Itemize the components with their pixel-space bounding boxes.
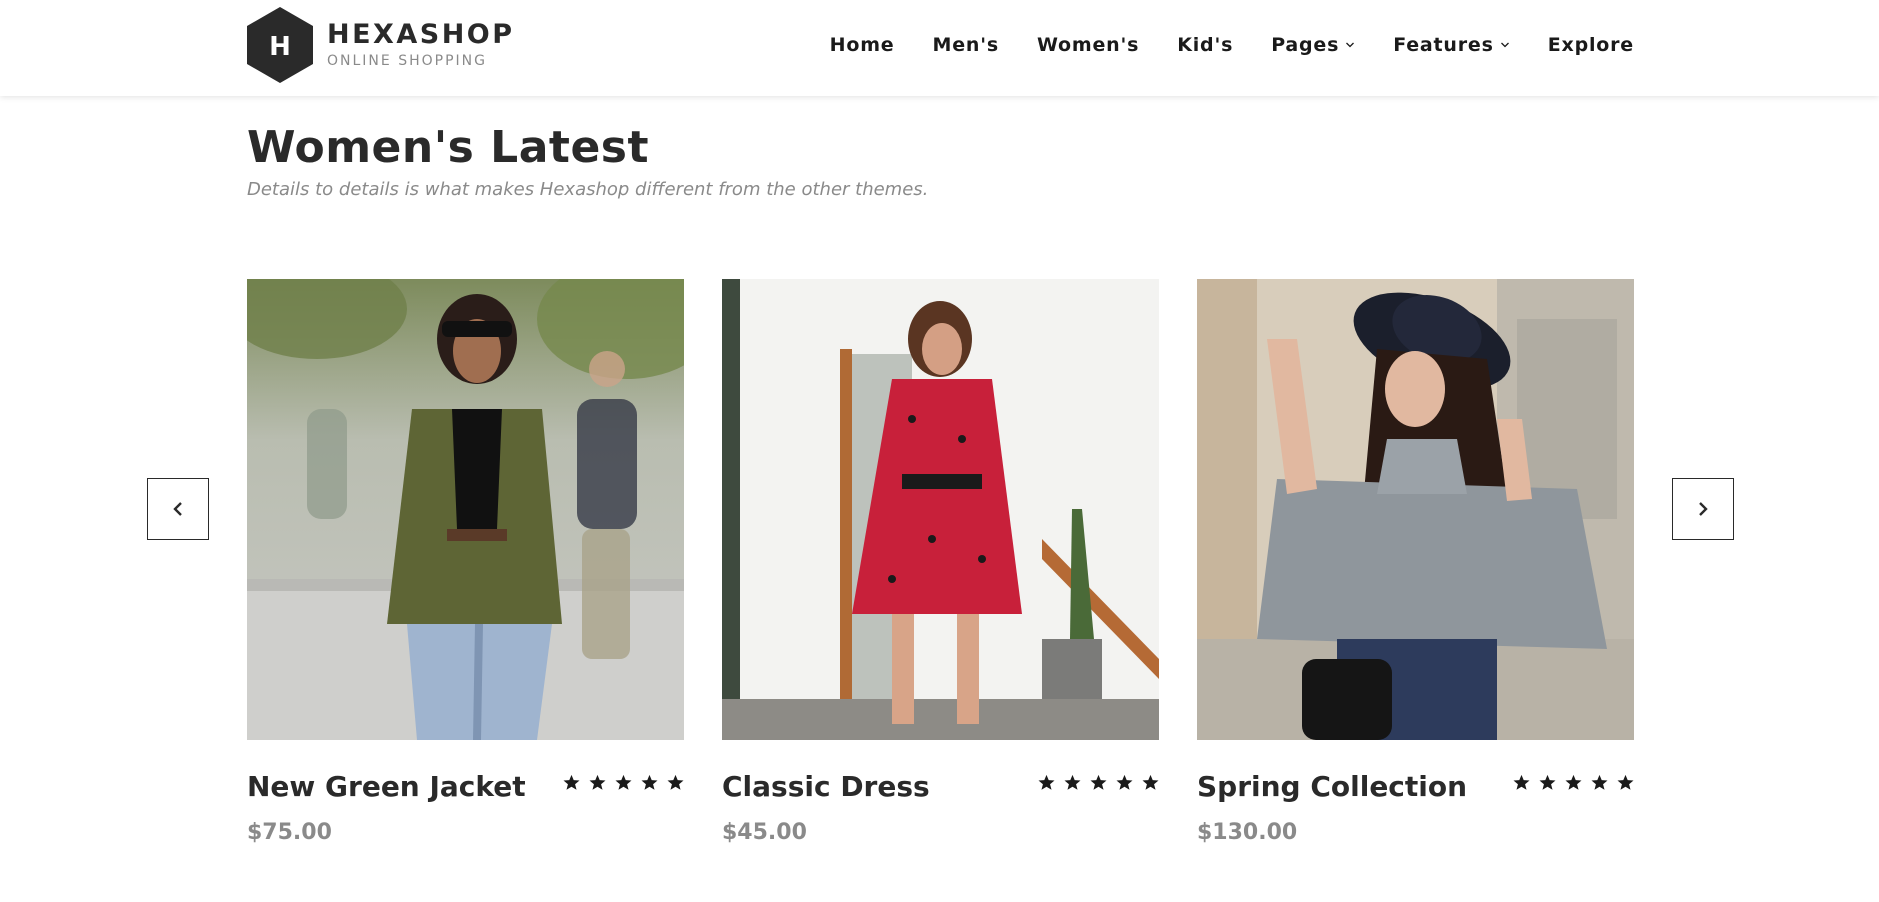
nav-item-explore[interactable]: Explore bbox=[1548, 30, 1634, 60]
nav-label: Men's bbox=[932, 34, 999, 56]
product-meta: New Green Jacket bbox=[247, 768, 684, 818]
product-title[interactable]: New Green Jacket bbox=[247, 768, 526, 806]
carousel-prev-button[interactable] bbox=[147, 478, 209, 540]
product-photo-classic-dress bbox=[722, 279, 1159, 740]
brand-name: HEXASHOP bbox=[327, 19, 515, 50]
nav-label: Pages bbox=[1271, 34, 1340, 56]
star-icon bbox=[667, 774, 684, 790]
carousel-next-button[interactable] bbox=[1672, 478, 1734, 540]
brand-logo[interactable]: H HEXASHOP ONLINE SHOPPING bbox=[247, 7, 515, 83]
logo-letter: H bbox=[269, 32, 291, 62]
star-icon bbox=[1617, 774, 1634, 790]
product-card[interactable]: Spring Collection $130.00 bbox=[1197, 279, 1634, 848]
chevron-down-icon bbox=[1346, 42, 1355, 48]
hexagon-logo-icon: H bbox=[247, 7, 313, 83]
star-icon bbox=[589, 774, 606, 790]
main-nav: Home Men's Women's Kid's Pages Features … bbox=[830, 30, 1634, 60]
star-icon bbox=[1565, 774, 1582, 790]
star-icon bbox=[1591, 774, 1608, 790]
product-rating bbox=[1029, 774, 1159, 791]
nav-label: Home bbox=[829, 34, 895, 56]
product-price: $75.00 bbox=[247, 820, 332, 845]
nav-item-pages[interactable]: Pages bbox=[1271, 30, 1355, 60]
star-icon bbox=[1142, 774, 1159, 790]
logo-text: HEXASHOP ONLINE SHOPPING bbox=[327, 20, 515, 70]
chevron-down-icon bbox=[1500, 42, 1509, 48]
star-icon bbox=[1064, 774, 1081, 790]
nav-label: Women's bbox=[1036, 34, 1140, 56]
nav-item-womens[interactable]: Women's bbox=[1037, 30, 1139, 60]
product-title[interactable]: Classic Dress bbox=[722, 768, 930, 806]
nav-item-mens[interactable]: Men's bbox=[932, 30, 998, 60]
product-photo-spring-collection bbox=[1197, 279, 1634, 740]
nav-label: Explore bbox=[1547, 34, 1634, 56]
star-icon bbox=[563, 774, 580, 790]
section-subtitle: Details to details is what makes Hexasho… bbox=[247, 179, 929, 200]
nav-item-home[interactable]: Home bbox=[830, 30, 895, 60]
star-icon bbox=[641, 774, 658, 790]
star-icon bbox=[1513, 774, 1530, 790]
chevron-right-icon bbox=[1699, 502, 1708, 516]
site-header: H HEXASHOP ONLINE SHOPPING Home Men's Wo… bbox=[0, 0, 1879, 96]
product-image[interactable] bbox=[247, 279, 684, 740]
star-icon bbox=[1539, 774, 1556, 790]
product-meta: Classic Dress bbox=[722, 768, 1159, 818]
star-icon bbox=[1090, 774, 1107, 790]
nav-item-kids[interactable]: Kid's bbox=[1177, 30, 1233, 60]
nav-label: Features bbox=[1393, 34, 1494, 56]
product-meta: Spring Collection bbox=[1197, 768, 1634, 818]
nav-label: Kid's bbox=[1177, 34, 1234, 56]
product-image[interactable] bbox=[722, 279, 1159, 740]
brand-tagline: ONLINE SHOPPING bbox=[327, 53, 487, 69]
product-card[interactable]: Classic Dress $45.00 bbox=[722, 279, 1159, 848]
product-title[interactable]: Spring Collection bbox=[1197, 768, 1467, 806]
star-icon bbox=[1116, 774, 1133, 790]
product-photo-green-jacket bbox=[247, 279, 684, 740]
product-image[interactable] bbox=[1197, 279, 1634, 740]
star-icon bbox=[615, 774, 632, 790]
nav-item-features[interactable]: Features bbox=[1393, 30, 1510, 60]
star-icon bbox=[1038, 774, 1055, 790]
product-rating bbox=[554, 774, 684, 791]
product-price: $45.00 bbox=[722, 820, 807, 845]
chevron-left-icon bbox=[173, 502, 182, 516]
product-rating bbox=[1504, 774, 1634, 791]
section-title: Women's Latest bbox=[247, 122, 650, 173]
product-price: $130.00 bbox=[1197, 820, 1298, 845]
product-card[interactable]: New Green Jacket $75.00 bbox=[247, 279, 684, 848]
